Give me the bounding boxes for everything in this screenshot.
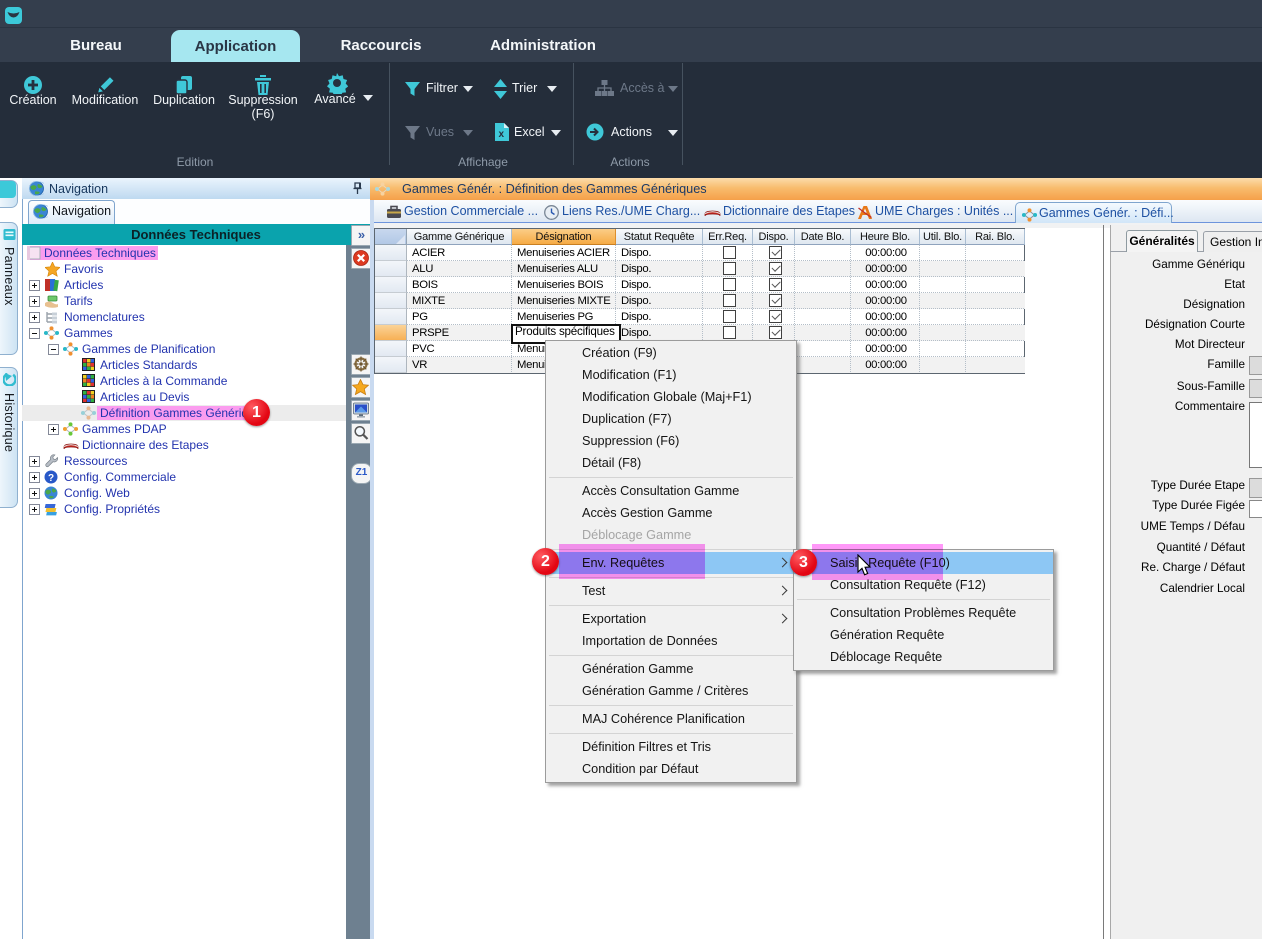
svg-text:x: x (499, 129, 505, 140)
svg-text:?: ? (48, 473, 54, 484)
